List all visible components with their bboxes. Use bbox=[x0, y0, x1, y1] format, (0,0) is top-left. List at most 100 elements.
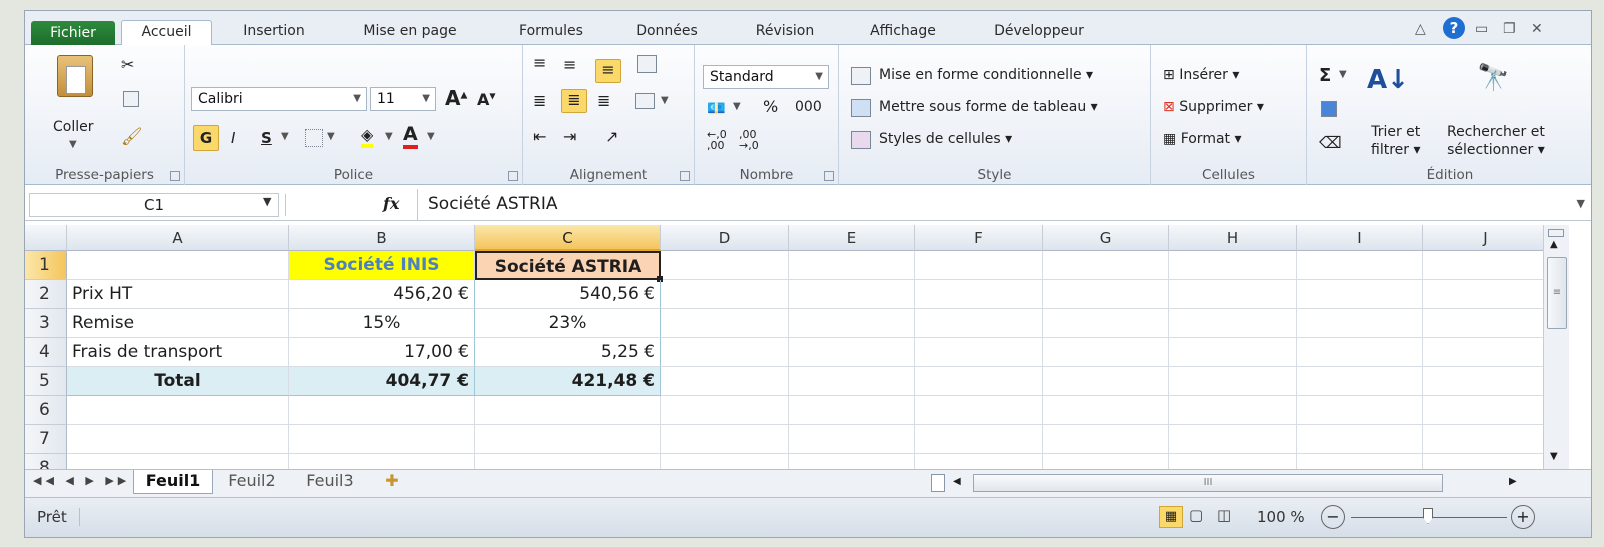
scroll-thumb[interactable]: ≡ bbox=[1547, 257, 1567, 329]
splitter-handle[interactable] bbox=[285, 194, 303, 216]
close-window-icon[interactable]: ✕ bbox=[1531, 21, 1543, 37]
cell-b1[interactable]: Société INIS bbox=[289, 251, 475, 280]
formula-input[interactable]: Société ASTRIA bbox=[417, 189, 1557, 221]
column-header-f[interactable]: F bbox=[915, 225, 1043, 251]
name-box[interactable]: C1 bbox=[29, 193, 279, 217]
chevron-down-icon[interactable]: ▼ bbox=[385, 131, 393, 142]
format-table-button[interactable]: Mettre sous forme de tableau ▾ bbox=[879, 99, 1098, 115]
cell-styles-button[interactable]: Styles de cellules ▾ bbox=[879, 131, 1012, 147]
percent-button[interactable]: % bbox=[763, 97, 778, 116]
cell-empty[interactable] bbox=[475, 454, 661, 469]
align-right-icon[interactable]: ≣ bbox=[597, 91, 610, 110]
zoom-out-icon[interactable]: − bbox=[1321, 505, 1345, 529]
font-name-select[interactable]: Calibri ▼ bbox=[191, 87, 367, 111]
cell-empty[interactable] bbox=[661, 309, 789, 338]
cell-c2[interactable]: 540,56 € bbox=[475, 280, 661, 309]
cell-a1[interactable] bbox=[67, 251, 289, 280]
sheet-tab-feuil1[interactable]: Feuil1 bbox=[133, 470, 213, 494]
cell-empty[interactable] bbox=[1043, 454, 1169, 469]
tab-affichage[interactable]: Affichage bbox=[855, 20, 951, 45]
cell-empty[interactable] bbox=[661, 454, 789, 469]
cell-b2[interactable]: 456,20 € bbox=[289, 280, 475, 309]
fx-icon[interactable]: fx bbox=[383, 194, 399, 213]
tab-fichier[interactable]: Fichier bbox=[31, 21, 115, 45]
align-bottom-icon[interactable]: ≡ bbox=[595, 59, 621, 83]
cell-c4[interactable]: 5,25 € bbox=[475, 338, 661, 367]
row-header-1[interactable]: 1 bbox=[25, 251, 67, 280]
cell-empty[interactable] bbox=[915, 367, 1043, 396]
help-icon[interactable]: ? bbox=[1443, 17, 1465, 39]
column-header-e[interactable]: E bbox=[789, 225, 915, 251]
increase-indent-icon[interactable]: ⇥ bbox=[563, 127, 576, 146]
cell-empty[interactable] bbox=[1043, 280, 1169, 309]
cell-b5[interactable]: 404,77 € bbox=[289, 367, 475, 396]
cell-empty[interactable] bbox=[1169, 425, 1297, 454]
tab-donnees[interactable]: Données bbox=[623, 20, 711, 45]
column-header-j[interactable]: J bbox=[1423, 225, 1543, 251]
cell-empty[interactable] bbox=[915, 425, 1043, 454]
page-layout-view-icon[interactable]: ▢ bbox=[1189, 506, 1203, 524]
autosum-icon[interactable]: Σ bbox=[1319, 65, 1331, 86]
underline-button[interactable]: S bbox=[261, 129, 272, 147]
fill-down-icon[interactable] bbox=[1321, 101, 1337, 117]
cell-empty[interactable] bbox=[915, 309, 1043, 338]
conditional-format-button[interactable]: Mise en forme conditionnelle ▾ bbox=[879, 67, 1093, 83]
sort-filter-icon[interactable]: A↓ bbox=[1367, 65, 1409, 95]
column-header-h[interactable]: H bbox=[1169, 225, 1297, 251]
cell-empty[interactable] bbox=[1297, 251, 1423, 280]
cell-empty[interactable] bbox=[1169, 338, 1297, 367]
cell-empty[interactable] bbox=[1043, 309, 1169, 338]
normal-view-icon[interactable]: ▦ bbox=[1159, 506, 1183, 528]
cell-empty[interactable] bbox=[661, 280, 789, 309]
zoom-in-icon[interactable]: + bbox=[1511, 505, 1535, 529]
chevron-down-icon[interactable]: ▼ bbox=[327, 131, 335, 142]
cell-empty[interactable] bbox=[1297, 280, 1423, 309]
cell-empty[interactable] bbox=[789, 454, 915, 469]
clipboard-launcher-icon[interactable] bbox=[170, 171, 180, 181]
chevron-down-icon[interactable]: ▼ bbox=[1339, 69, 1347, 80]
cell-c5[interactable]: 421,48 € bbox=[475, 367, 661, 396]
cell-empty[interactable] bbox=[1297, 338, 1423, 367]
cell-empty[interactable] bbox=[661, 338, 789, 367]
zoom-slider-thumb[interactable] bbox=[1423, 508, 1433, 524]
cell-empty[interactable] bbox=[67, 425, 289, 454]
cell-empty[interactable] bbox=[1169, 396, 1297, 425]
merge-center-icon[interactable] bbox=[635, 93, 655, 109]
sort-filter-button[interactable]: Trier et filtrer ▾ bbox=[1371, 123, 1421, 159]
tab-formules[interactable]: Formules bbox=[505, 20, 597, 45]
italic-button[interactable]: I bbox=[231, 129, 235, 147]
paste-button[interactable]: Coller bbox=[53, 119, 94, 135]
column-header-g[interactable]: G bbox=[1043, 225, 1169, 251]
column-header-c[interactable]: C bbox=[475, 225, 661, 251]
chevron-down-icon[interactable]: ▼ bbox=[427, 131, 435, 142]
cell-empty[interactable] bbox=[1423, 280, 1543, 309]
alignment-launcher-icon[interactable] bbox=[680, 171, 690, 181]
tab-mise-en-page[interactable]: Mise en page bbox=[350, 20, 470, 45]
cell-a4[interactable]: Frais de transport bbox=[67, 338, 289, 367]
cell-empty[interactable] bbox=[789, 367, 915, 396]
cell-empty[interactable] bbox=[661, 367, 789, 396]
find-select-button[interactable]: Rechercher et sélectionner ▾ bbox=[1447, 123, 1545, 159]
cell-empty[interactable] bbox=[661, 425, 789, 454]
cut-icon[interactable]: ✂ bbox=[121, 55, 134, 74]
restore-window-icon[interactable]: ❐ bbox=[1503, 21, 1516, 37]
tab-developpeur[interactable]: Développeur bbox=[980, 20, 1098, 45]
cell-empty[interactable] bbox=[1423, 367, 1543, 396]
font-color-icon[interactable]: A bbox=[403, 123, 418, 149]
chevron-down-icon[interactable]: ▼ bbox=[281, 131, 289, 142]
chevron-down-icon[interactable]: ▼ bbox=[263, 195, 271, 208]
currency-icon[interactable]: 💶 bbox=[707, 99, 726, 117]
tab-accueil[interactable]: Accueil bbox=[121, 20, 212, 46]
thousands-button[interactable]: 000 bbox=[795, 99, 822, 115]
cell-c3[interactable]: 23% bbox=[475, 309, 661, 338]
font-size-select[interactable]: 11 ▼ bbox=[370, 87, 436, 111]
align-center-icon[interactable]: ≣ bbox=[561, 89, 587, 113]
cell-b3[interactable]: 15% bbox=[289, 309, 475, 338]
cell-a5[interactable]: Total bbox=[67, 367, 289, 396]
borders-icon[interactable] bbox=[305, 129, 323, 147]
row-header-4[interactable]: 4 bbox=[25, 338, 67, 367]
row-header-3[interactable]: 3 bbox=[25, 309, 67, 338]
column-header-a[interactable]: A bbox=[67, 225, 289, 251]
row-header-5[interactable]: 5 bbox=[25, 367, 67, 396]
cell-empty[interactable] bbox=[475, 425, 661, 454]
